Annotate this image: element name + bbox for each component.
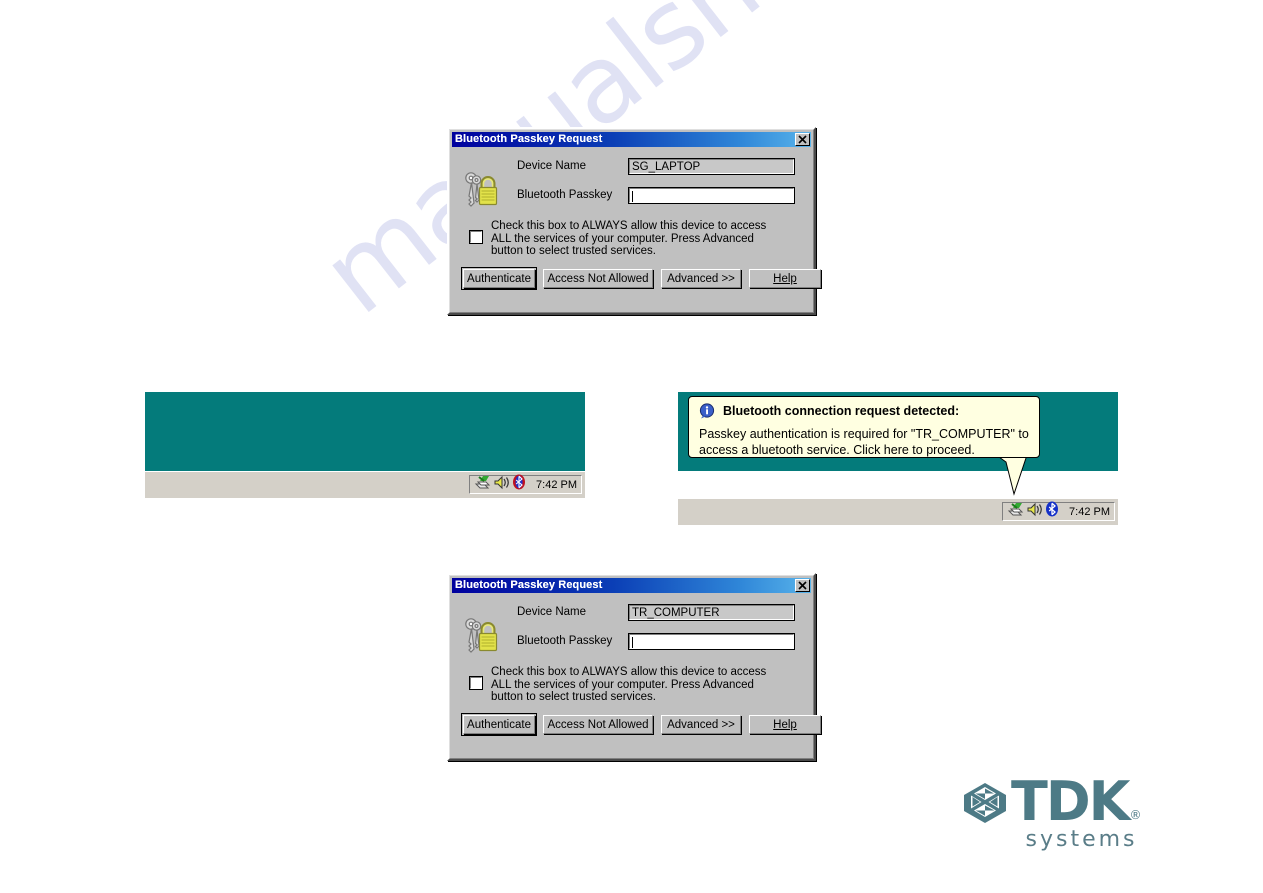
authenticate-button[interactable]: Authenticate	[461, 267, 537, 290]
info-icon	[699, 403, 715, 422]
desktop-left-teal	[145, 392, 585, 471]
close-icon[interactable]	[795, 579, 810, 592]
close-icon[interactable]	[795, 133, 810, 146]
text-caret	[632, 636, 633, 648]
padlock-keys-icon	[462, 169, 500, 209]
tdk-logo-row: TDK ®	[963, 770, 1142, 833]
device-name-label: Device Name	[517, 160, 587, 172]
close-x-glyph	[798, 581, 807, 590]
dialog-body: Device Name TR_COMPUTER Bluetooth Passke…	[452, 593, 821, 756]
tdk-logo: TDK ® systems	[963, 770, 1142, 852]
passkey-row: Bluetooth Passkey	[517, 630, 801, 652]
always-allow-checkbox[interactable]	[469, 230, 483, 244]
volume-speaker-icon[interactable]	[1026, 502, 1043, 522]
taskbar-clock-right: 7:42 PM	[1069, 505, 1110, 518]
dialog-button-row: Authenticate Access Not Allowed Advanced…	[461, 713, 821, 736]
dialog-title: Bluetooth Passkey Request	[455, 579, 603, 591]
close-x-glyph	[798, 135, 807, 144]
taskbar-left[interactable]: 7:42 PM	[145, 471, 585, 498]
balloon-line-1: Passkey authentication is required for "…	[699, 427, 1029, 441]
access-not-allowed-button[interactable]: Access Not Allowed	[543, 715, 653, 734]
always-allow-row: Check this box to ALWAYS allow this devi…	[462, 220, 801, 258]
balloon-heading: Bluetooth connection request detected:	[723, 404, 960, 418]
advanced-button[interactable]: Advanced >>	[661, 269, 741, 288]
volume-speaker-icon[interactable]	[493, 475, 510, 495]
always-allow-row: Check this box to ALWAYS allow this devi…	[462, 666, 801, 704]
tdk-wordmark: TDK	[1011, 770, 1131, 833]
passkey-label: Bluetooth Passkey	[517, 189, 613, 201]
help-button-label: Help	[773, 272, 797, 285]
bluetooth-icon-active[interactable]	[1045, 501, 1059, 522]
dialog-title: Bluetooth Passkey Request	[455, 133, 603, 145]
device-name-row: Device Name SG_LAPTOP	[517, 155, 801, 177]
taskbar-right[interactable]: 7:42 PM	[678, 498, 1118, 525]
advanced-button[interactable]: Advanced >>	[661, 715, 741, 734]
balloon-line-2: access a bluetooth service. Click here t…	[699, 443, 975, 457]
device-name-label: Device Name	[517, 606, 587, 618]
dialog-inner-frame: Bluetooth Passkey Request	[449, 129, 821, 313]
passkey-input[interactable]	[628, 632, 795, 650]
help-button[interactable]: Help	[749, 715, 821, 734]
dialog-button-row: Authenticate Access Not Allowed Advanced…	[461, 267, 821, 290]
dialog-inner-frame: Bluetooth Passkey Request	[449, 575, 821, 759]
network-connection-icon[interactable]	[474, 475, 491, 495]
access-not-allowed-button[interactable]: Access Not Allowed	[543, 269, 653, 288]
bluetooth-notification-balloon[interactable]: Bluetooth connection request detected: P…	[688, 396, 1040, 458]
text-caret	[632, 190, 633, 202]
always-allow-checkbox[interactable]	[469, 676, 483, 690]
tdk-subtitle: systems	[1025, 827, 1138, 852]
padlock-keys-icon	[462, 615, 500, 655]
always-allow-label: Check this box to ALWAYS allow this devi…	[491, 220, 767, 257]
passkey-row: Bluetooth Passkey	[517, 184, 801, 206]
help-button[interactable]: Help	[749, 269, 821, 288]
system-tray-left[interactable]: 7:42 PM	[469, 474, 582, 495]
registered-mark: ®	[1129, 808, 1142, 822]
authenticate-button[interactable]: Authenticate	[461, 713, 537, 736]
always-allow-label: Check this box to ALWAYS allow this devi…	[491, 666, 767, 703]
bluetooth-passkey-dialog-bottom[interactable]: Bluetooth Passkey Request Device Name TR…	[447, 573, 821, 761]
help-button-label: Help	[773, 718, 797, 731]
passkey-label: Bluetooth Passkey	[517, 635, 613, 647]
tdk-diamond-emblem	[963, 782, 1007, 829]
passkey-input[interactable]	[628, 186, 795, 204]
device-name-field[interactable]: TR_COMPUTER	[628, 603, 795, 621]
network-connection-icon[interactable]	[1007, 502, 1024, 522]
bluetooth-passkey-dialog-top[interactable]: Bluetooth Passkey Request Device Name SG…	[447, 127, 821, 315]
device-name-field[interactable]: SG_LAPTOP	[628, 157, 795, 175]
dialog-body: Device Name SG_LAPTOP Bluetooth Passkey …	[452, 147, 821, 310]
balloon-heading-row: Bluetooth connection request detected:	[699, 403, 1029, 422]
bluetooth-icon-inactive[interactable]	[512, 474, 526, 495]
dialog-titlebar[interactable]: Bluetooth Passkey Request	[452, 132, 811, 147]
dialog-titlebar[interactable]: Bluetooth Passkey Request	[452, 578, 811, 593]
taskbar-clock-left: 7:42 PM	[536, 478, 577, 491]
device-name-row: Device Name TR_COMPUTER	[517, 601, 801, 623]
system-tray-right[interactable]: 7:42 PM	[1002, 501, 1115, 522]
document-page: manualshive.com Bluetooth Passkey Reques…	[0, 0, 1263, 893]
